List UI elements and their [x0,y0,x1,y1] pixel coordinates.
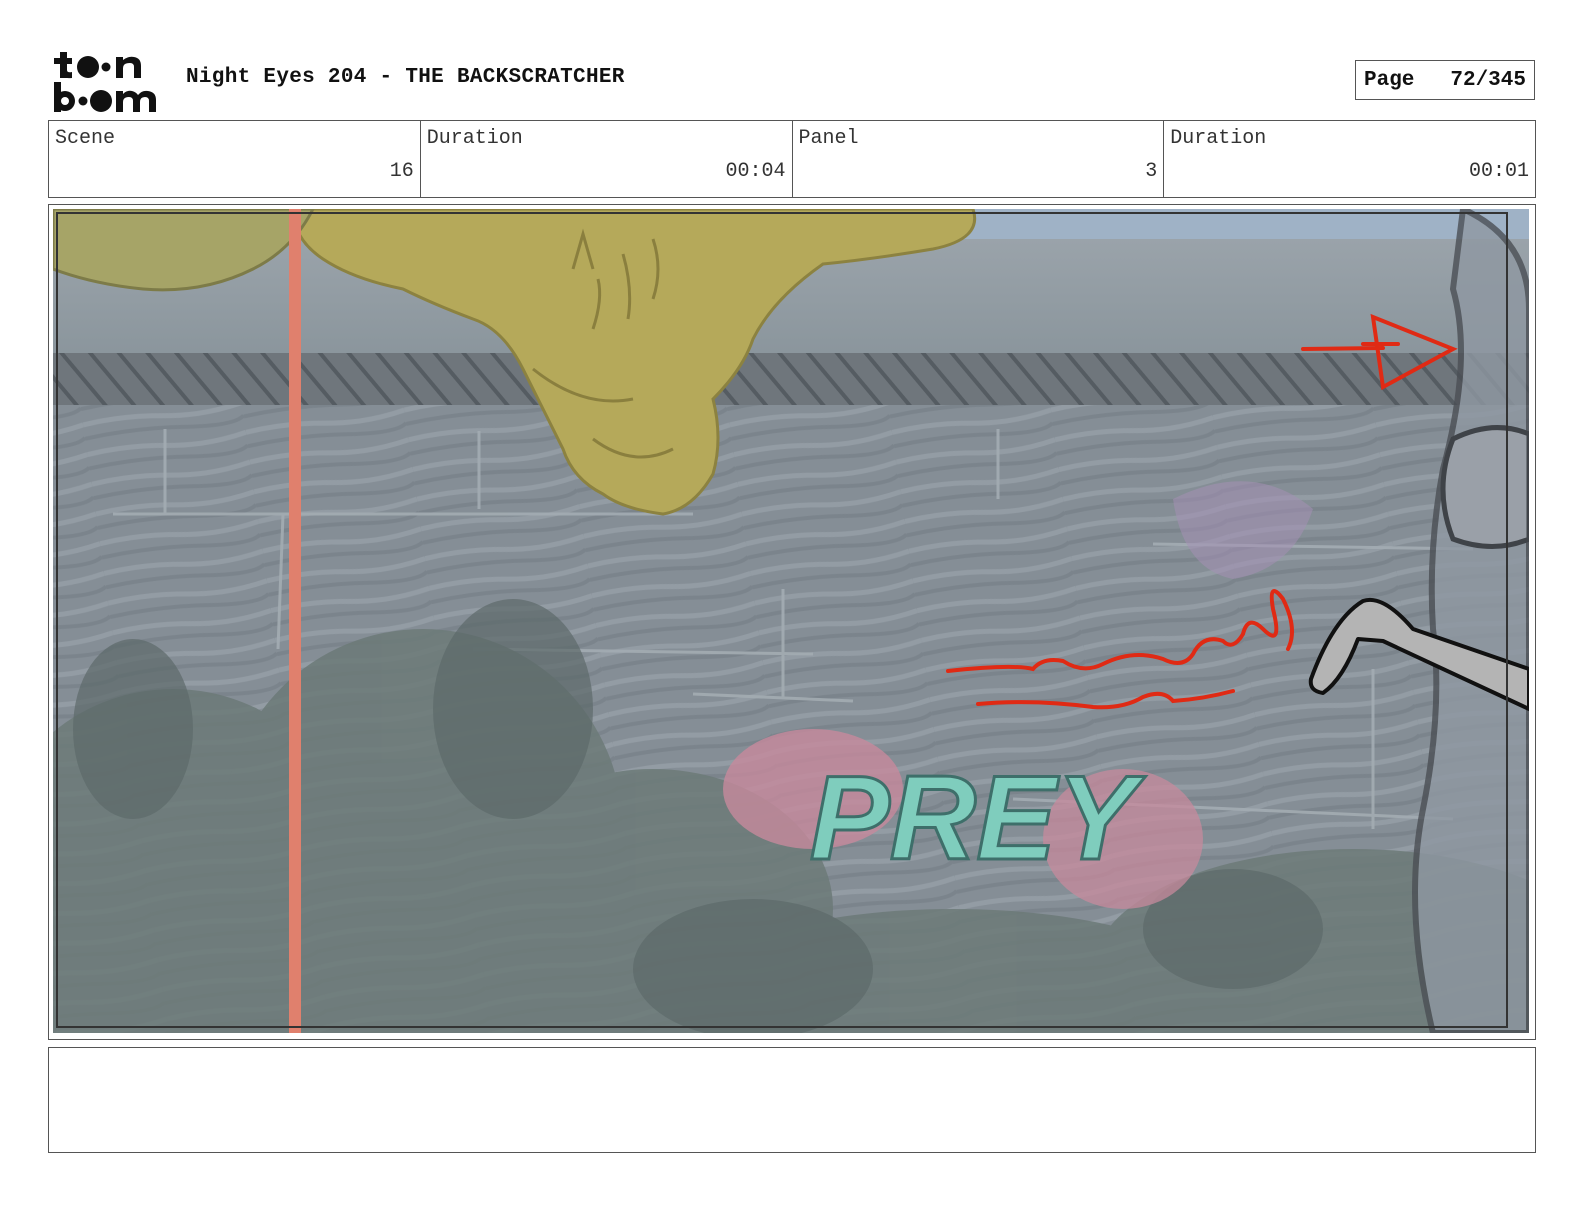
scene-cell: Scene 16 [49,121,421,197]
page-number: 72/345 [1450,68,1526,92]
scene-value: 16 [389,160,414,183]
panel-duration-cell: Duration 00:01 [1164,121,1535,197]
storyboard-panel: PREY [48,204,1536,1040]
scene-duration-cell: Duration 00:04 [421,121,793,197]
panel-duration-value: 00:01 [1468,160,1529,183]
panel-value: 3 [1145,160,1158,183]
panel-info-row: Scene 16 Duration 00:04 Panel 3 Duration… [48,120,1536,198]
panel-notes [48,1047,1536,1153]
page-indicator: Page 72/345 [1355,60,1535,100]
scene-duration-label: Duration [426,127,523,150]
guide-line [289,209,301,1033]
panel-cell: Panel 3 [793,121,1165,197]
panel-label: Panel [798,127,859,150]
panel-artwork: PREY [53,209,1529,1033]
panel-duration-label: Duration [1170,127,1267,150]
scene-label: Scene [55,127,116,150]
graffiti-text: PREY [810,751,1147,885]
scene-duration-value: 00:04 [725,160,786,183]
page-label: Page [1364,68,1415,92]
document-title: Night Eyes 204 - THE BACKSCRATCHER [186,66,625,89]
toon-boom-logo [54,52,156,112]
